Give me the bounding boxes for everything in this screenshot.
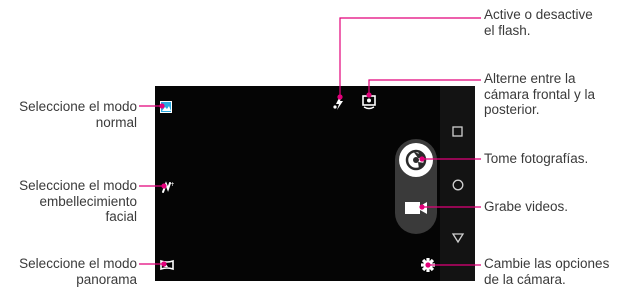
gear-icon	[421, 258, 435, 272]
panorama-mode-callout: Seleccione el modo panorama	[19, 256, 137, 287]
panorama-icon	[160, 259, 174, 271]
svg-text:+: +	[170, 181, 174, 188]
navigation-bar	[440, 86, 475, 281]
shutter-button[interactable]	[399, 143, 433, 177]
image-icon	[160, 101, 172, 113]
camera-screen: +	[155, 86, 475, 281]
beauty-mode-callout: Seleccione el modo embellecimiento facia…	[19, 178, 137, 224]
video-record-icon	[405, 202, 427, 214]
beauty-mode-button[interactable]: +	[160, 180, 175, 194]
switch-camera-button[interactable]	[362, 94, 376, 110]
take-photo-callout: Tome fotografías.	[484, 151, 589, 166]
normal-mode-callout: Seleccione el modo normal	[19, 99, 137, 130]
normal-mode-button[interactable]	[160, 100, 172, 113]
switch-camera-callout: Alterne entre la cámara frontal y la pos…	[484, 71, 596, 117]
triangle-nav-icon[interactable]	[451, 231, 465, 245]
circle-nav-icon[interactable]	[451, 178, 465, 192]
panorama-mode-button[interactable]	[160, 258, 174, 271]
flash-auto-icon	[333, 96, 343, 110]
settings-callout: Cambie las opciones de la cámara.	[484, 256, 610, 287]
square-nav-icon[interactable]	[451, 125, 465, 139]
capture-controls	[395, 139, 437, 234]
record-video-button[interactable]	[404, 197, 428, 219]
flash-callout: Active o desactive el flash.	[484, 7, 593, 38]
switch-camera-icon	[362, 95, 376, 110]
beauty-icon: +	[162, 181, 175, 193]
shutter-icon	[405, 149, 427, 171]
record-video-callout: Grabe videos.	[484, 199, 569, 214]
settings-button[interactable]	[421, 258, 435, 272]
flash-button[interactable]	[333, 96, 345, 110]
